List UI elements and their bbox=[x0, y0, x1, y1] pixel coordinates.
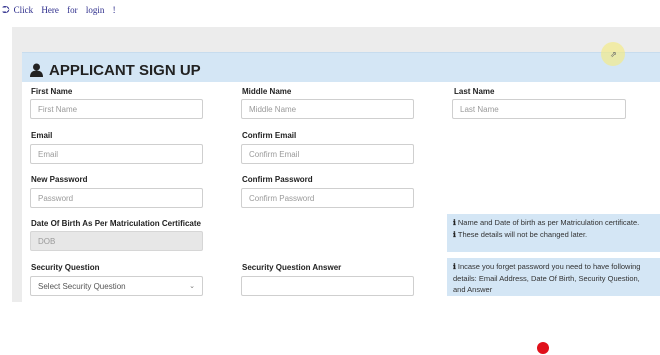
user-icon bbox=[30, 63, 43, 77]
cursor-icon: ⇗ bbox=[610, 50, 617, 59]
confirm-password-label: Confirm Password bbox=[242, 175, 313, 184]
first-name-label: First Name bbox=[31, 87, 73, 96]
security-question-selected: Select Security Question bbox=[38, 281, 126, 291]
new-password-label: New Password bbox=[31, 175, 88, 184]
security-question-select[interactable]: Select Security Question ⌄ bbox=[30, 276, 203, 296]
recording-dot bbox=[537, 342, 549, 354]
sign-in-icon: ⮊ bbox=[2, 4, 10, 16]
confirm-password-input[interactable] bbox=[241, 188, 414, 208]
info-icon: ℹ bbox=[453, 262, 456, 271]
dob-label: Date Of Birth As Per Matriculation Certi… bbox=[31, 219, 201, 228]
dob-info-text-2: These details will not be changed later. bbox=[457, 229, 588, 239]
dob-info-line-2: ℹ These details will not be changed later… bbox=[453, 229, 654, 241]
security-question-label: Security Question bbox=[31, 263, 100, 272]
last-name-label: Last Name bbox=[454, 87, 495, 96]
security-answer-input[interactable] bbox=[241, 276, 414, 296]
form-title-text: APPLICANT SIGN UP bbox=[49, 61, 201, 79]
middle-name-input[interactable] bbox=[241, 99, 414, 119]
confirm-email-input[interactable] bbox=[241, 144, 414, 164]
first-name-input[interactable] bbox=[30, 99, 203, 119]
login-link-text[interactable]: Click Here for login ! bbox=[14, 5, 116, 15]
dob-info-line-1: ℹ Name and Date of birth as per Matricula… bbox=[453, 217, 654, 229]
info-icon: ℹ bbox=[453, 218, 456, 227]
password-info-box: ℹ Incase you forget password you need to … bbox=[447, 258, 660, 296]
password-info-text: Incase you forget password you need to h… bbox=[453, 262, 641, 294]
new-password-input[interactable] bbox=[30, 188, 203, 208]
chevron-down-icon: ⌄ bbox=[189, 283, 195, 290]
dob-info-text-1: Name and Date of birth as per Matriculat… bbox=[457, 218, 640, 227]
middle-name-label: Middle Name bbox=[242, 87, 292, 96]
login-link[interactable]: ⮊ Click Here for login ! bbox=[2, 3, 116, 17]
dob-info-box: ℹ Name and Date of birth as per Matricula… bbox=[447, 214, 660, 252]
last-name-input[interactable] bbox=[452, 99, 626, 119]
form-title: APPLICANT SIGN UP bbox=[30, 59, 201, 81]
confirm-email-label: Confirm Email bbox=[242, 131, 297, 140]
dob-input bbox=[30, 231, 203, 251]
email-label: Email bbox=[31, 131, 53, 140]
info-icon: ℹ bbox=[453, 229, 456, 239]
email-input[interactable] bbox=[30, 144, 203, 164]
security-answer-label: Security Question Answer bbox=[242, 263, 342, 272]
